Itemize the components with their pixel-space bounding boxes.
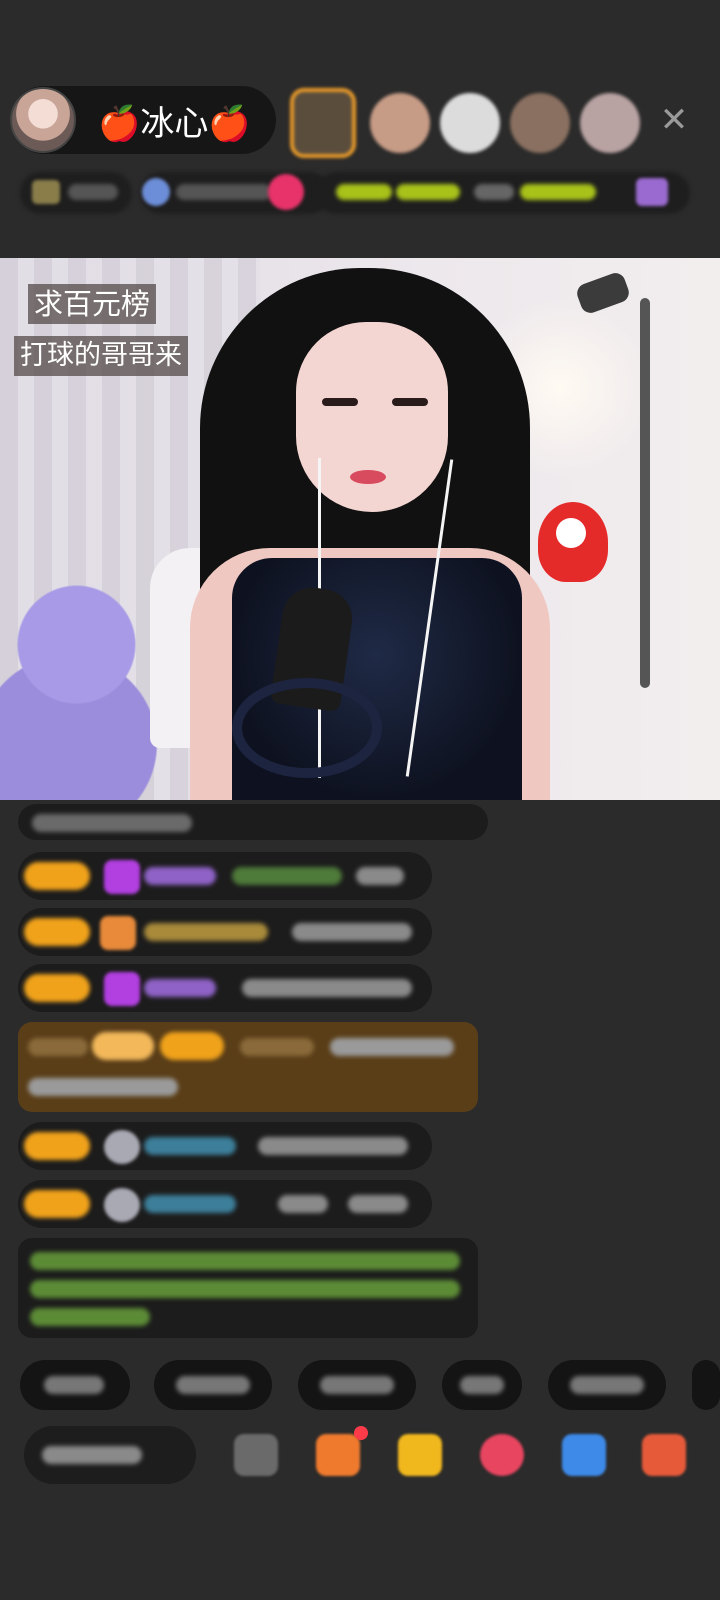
room-info-bar [20,170,690,216]
blurred-text [30,1280,460,1298]
blurred-text [144,867,216,885]
blurred-text [144,1195,236,1213]
mic-stand [232,678,382,778]
level-badge [160,1032,224,1060]
badge-icon [636,178,668,206]
blurred-text [356,867,404,885]
chat-message-highlighted[interactable] [18,1022,478,1112]
blurred-text [30,1308,150,1326]
blurred-text [144,979,216,997]
blurred-text [520,184,596,200]
viewer-avatar[interactable] [580,93,640,153]
notification-dot [354,1426,368,1440]
close-icon[interactable]: ✕ [654,100,694,140]
quick-reply-chip[interactable] [442,1360,522,1410]
red-toy [538,502,608,582]
blurred-text [28,1078,178,1096]
blurred-text [474,184,514,200]
blurred-text [258,1137,408,1155]
quick-reply-chip[interactable] [692,1360,720,1410]
blurred-text [348,1195,408,1213]
gift-box-icon[interactable] [316,1434,360,1476]
blurred-text [144,1137,236,1155]
top-viewers-strip [290,88,650,158]
viewer-avatar[interactable] [290,88,356,158]
more-icon[interactable] [642,1434,686,1476]
host-name: 🍎冰心🍎 [98,103,251,144]
blurred-text [42,1446,142,1464]
treasure-icon[interactable] [398,1434,442,1476]
blurred-text [232,867,342,885]
quick-reply-chip[interactable] [154,1360,272,1410]
quick-reply-chip[interactable] [298,1360,416,1410]
emoji-icon[interactable] [234,1434,278,1476]
blurred-text [396,184,460,200]
level-badge [24,974,90,1002]
blurred-text [278,1195,328,1213]
lips [350,470,386,484]
share-icon[interactable] [562,1434,606,1476]
blurred-text [68,184,118,200]
gem-icon [104,972,140,1006]
level-badge [24,1132,90,1160]
blurred-text [570,1376,644,1394]
teddy-bear [0,578,170,800]
gem-icon [100,916,136,950]
blurred-text [242,979,412,997]
level-badge [24,918,90,946]
blurred-text [144,923,268,941]
avatar-icon [104,1188,140,1222]
quick-reply-chip[interactable] [20,1360,130,1410]
viewer-avatar[interactable] [370,93,430,153]
avatar-icon [104,1130,140,1164]
viewer-avatar[interactable] [440,93,500,153]
level-badge [24,1190,90,1218]
blurred-text [292,923,412,941]
host-avatar[interactable] [10,87,76,153]
viewer-avatar[interactable] [510,93,570,153]
quick-reply-chip[interactable] [548,1360,666,1410]
quick-reply-row [20,1360,720,1410]
eye [322,398,358,406]
system-notice [18,1238,478,1338]
blurred-text [176,1376,250,1394]
blurred-text [330,1038,454,1056]
chat-message[interactable] [18,1180,432,1228]
gem-icon [104,860,140,894]
live-room-screen: 🍎冰心🍎 ✕ 求百元榜 打球的哥哥来 [0,0,720,1600]
blurred-text [32,814,192,832]
video-overlay-text-2: 打球的哥哥来 [14,336,188,376]
blurred-text [336,184,392,200]
gift-icon[interactable] [480,1434,524,1476]
video-overlay-text-1: 求百元榜 [28,284,157,324]
chat-message[interactable] [18,1122,432,1170]
bottom-toolbar [0,1426,720,1496]
chat-message[interactable] [18,804,488,840]
chat-input[interactable] [24,1426,196,1484]
blurred-text [28,1038,88,1056]
blurred-text [30,1252,460,1270]
blurred-text [44,1376,104,1394]
chat-message[interactable] [18,852,432,900]
rank-icon [32,180,60,204]
blurred-text [176,184,272,200]
chat-list[interactable] [0,800,720,1360]
host-info-pill[interactable]: 🍎冰心🍎 [10,86,276,154]
badge-icon [142,178,170,206]
level-badge [24,862,90,890]
blurred-text [320,1376,394,1394]
eye [392,398,428,406]
blurred-text [240,1038,314,1056]
chat-message[interactable] [18,908,432,956]
lamp-head [574,270,632,316]
blurred-text [460,1376,504,1394]
badge-icon [268,174,304,210]
level-badge [92,1032,154,1060]
chat-message[interactable] [18,964,432,1012]
lamp-pole [640,298,650,688]
